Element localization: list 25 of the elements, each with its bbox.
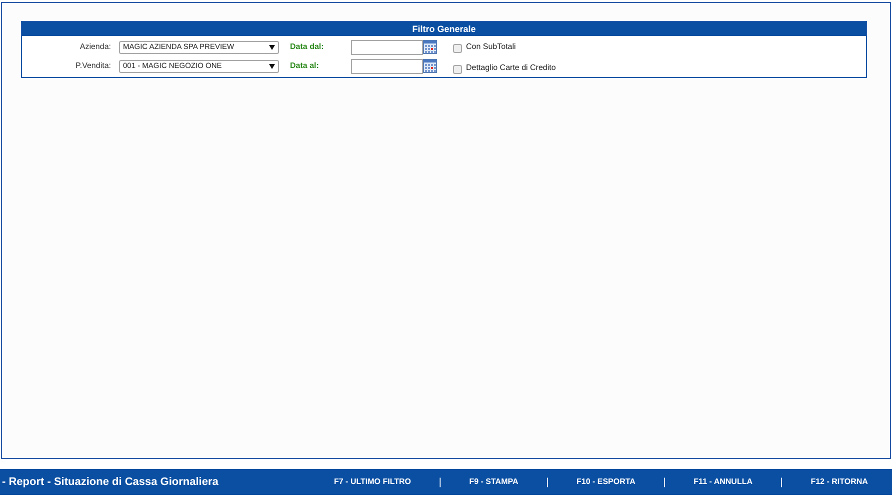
separator: | [438, 476, 442, 490]
function-key-button[interactable]: F9 - STAMPA [465, 476, 522, 488]
date-label: Data dal: [289, 41, 325, 53]
date-label: Data al: [289, 60, 320, 72]
field-label: P.Vendita: [74, 60, 112, 72]
dropdown-arrow-icon [269, 44, 275, 50]
dropdown-arrow-icon [269, 64, 275, 68]
separator: | [546, 476, 549, 490]
checkbox[interactable] [453, 44, 462, 53]
checkbox[interactable] [453, 65, 462, 74]
function-key-button[interactable]: F12 - RITORNA [806, 476, 872, 488]
report-title: - Report - Situazione di Cassa Giornaliera [1, 474, 220, 490]
date-field[interactable] [351, 58, 423, 74]
function-key-button[interactable]: F10 - ESPORTA [572, 476, 640, 488]
separator: | [780, 476, 783, 490]
filter-title: Filtro Generale [22, 22, 866, 36]
function-key-button[interactable]: F11 - ANNULLA [690, 476, 756, 488]
field-label: Azienda: [78, 41, 112, 53]
date-field[interactable] [351, 40, 423, 54]
separator: | [663, 476, 666, 490]
calendar-icon[interactable] [423, 40, 437, 54]
checkbox-label: Dettaglio Carte di Credito [466, 62, 556, 74]
function-key-button[interactable]: F7 - ULTIMO FILTRO [330, 476, 416, 488]
calendar-icon[interactable] [423, 59, 437, 73]
checkbox-label: Con SubTotali [466, 41, 516, 53]
